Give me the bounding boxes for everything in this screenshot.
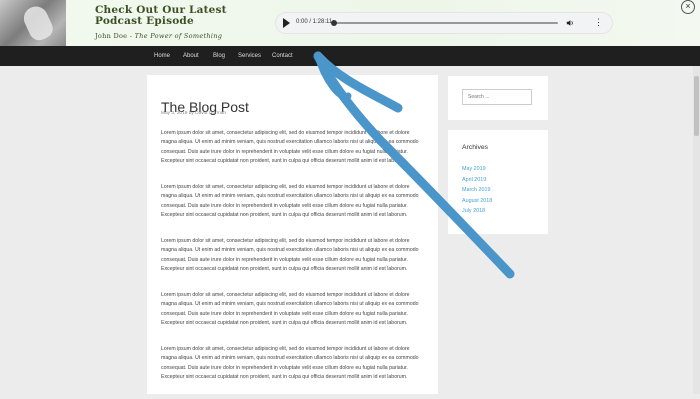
archives-list: May 2019 April 2019 March 2019 August 20…: [462, 164, 492, 217]
post-body: Lorem ipsum dolor sit amet, consectetur …: [161, 129, 423, 399]
blog-post-card: The Blog Post May 3, 2019 by David Gorma…: [147, 75, 438, 394]
nav-item-services[interactable]: Services: [238, 53, 261, 59]
player-progress-track[interactable]: [334, 22, 558, 24]
audio-player[interactable]: 0:00 / 1:28:11 ⋮: [276, 13, 612, 33]
archive-link[interactable]: March 2019: [462, 185, 492, 196]
archive-link[interactable]: April 2019: [462, 175, 492, 186]
post-paragraph: Lorem ipsum dolor sit amet, consectetur …: [161, 346, 419, 380]
player-progress-knob[interactable]: [331, 20, 337, 26]
post-paragraph: Lorem ipsum dolor sit amet, consectetur …: [161, 238, 419, 272]
post-paragraph: Lorem ipsum dolor sit amet, consectetur …: [161, 292, 419, 326]
archives-widget: Archives May 2019 April 2019 March 2019 …: [448, 130, 548, 234]
nav-item-home[interactable]: Home: [154, 53, 170, 59]
podcast-byline: John Doe - The Power of Something: [95, 32, 223, 40]
podcast-author: John Doe: [95, 32, 128, 40]
search-input[interactable]: [462, 89, 532, 105]
nav-item-about[interactable]: About: [183, 53, 199, 59]
archive-link[interactable]: August 2018: [462, 196, 492, 207]
page-scrollbar[interactable]: [693, 66, 700, 394]
post-paragraph: Lorem ipsum dolor sit amet, consectetur …: [161, 130, 419, 164]
archive-link[interactable]: July 2018: [462, 206, 492, 217]
podcast-banner: Check Out Our Latest Podcast Episode Joh…: [0, 0, 700, 46]
nav-item-blog[interactable]: Blog: [213, 53, 225, 59]
search-widget: [448, 76, 548, 120]
post-paragraph: Lorem ipsum dolor sit amet, consectetur …: [161, 184, 419, 218]
archive-link[interactable]: May 2019: [462, 164, 492, 175]
play-icon[interactable]: [283, 18, 290, 28]
post-meta: May 3, 2019 by David Gorman: [161, 111, 227, 116]
podcast-title: Check Out Our Latest Podcast Episode: [95, 4, 227, 27]
nav-item-contact[interactable]: Contact: [272, 53, 293, 59]
player-time: 0:00 / 1:28:11: [296, 19, 333, 25]
main-navigation: Home About Blog Services Contact: [0, 46, 700, 66]
more-vert-icon[interactable]: ⋮: [594, 17, 603, 27]
podcast-episode-name: The Power of Something: [134, 32, 223, 40]
archives-title: Archives: [462, 144, 489, 151]
podcast-thumbnail: [0, 0, 66, 46]
close-icon[interactable]: ×: [681, 0, 695, 14]
scrollbar-thumb[interactable]: [694, 76, 699, 136]
volume-icon[interactable]: [566, 19, 574, 27]
